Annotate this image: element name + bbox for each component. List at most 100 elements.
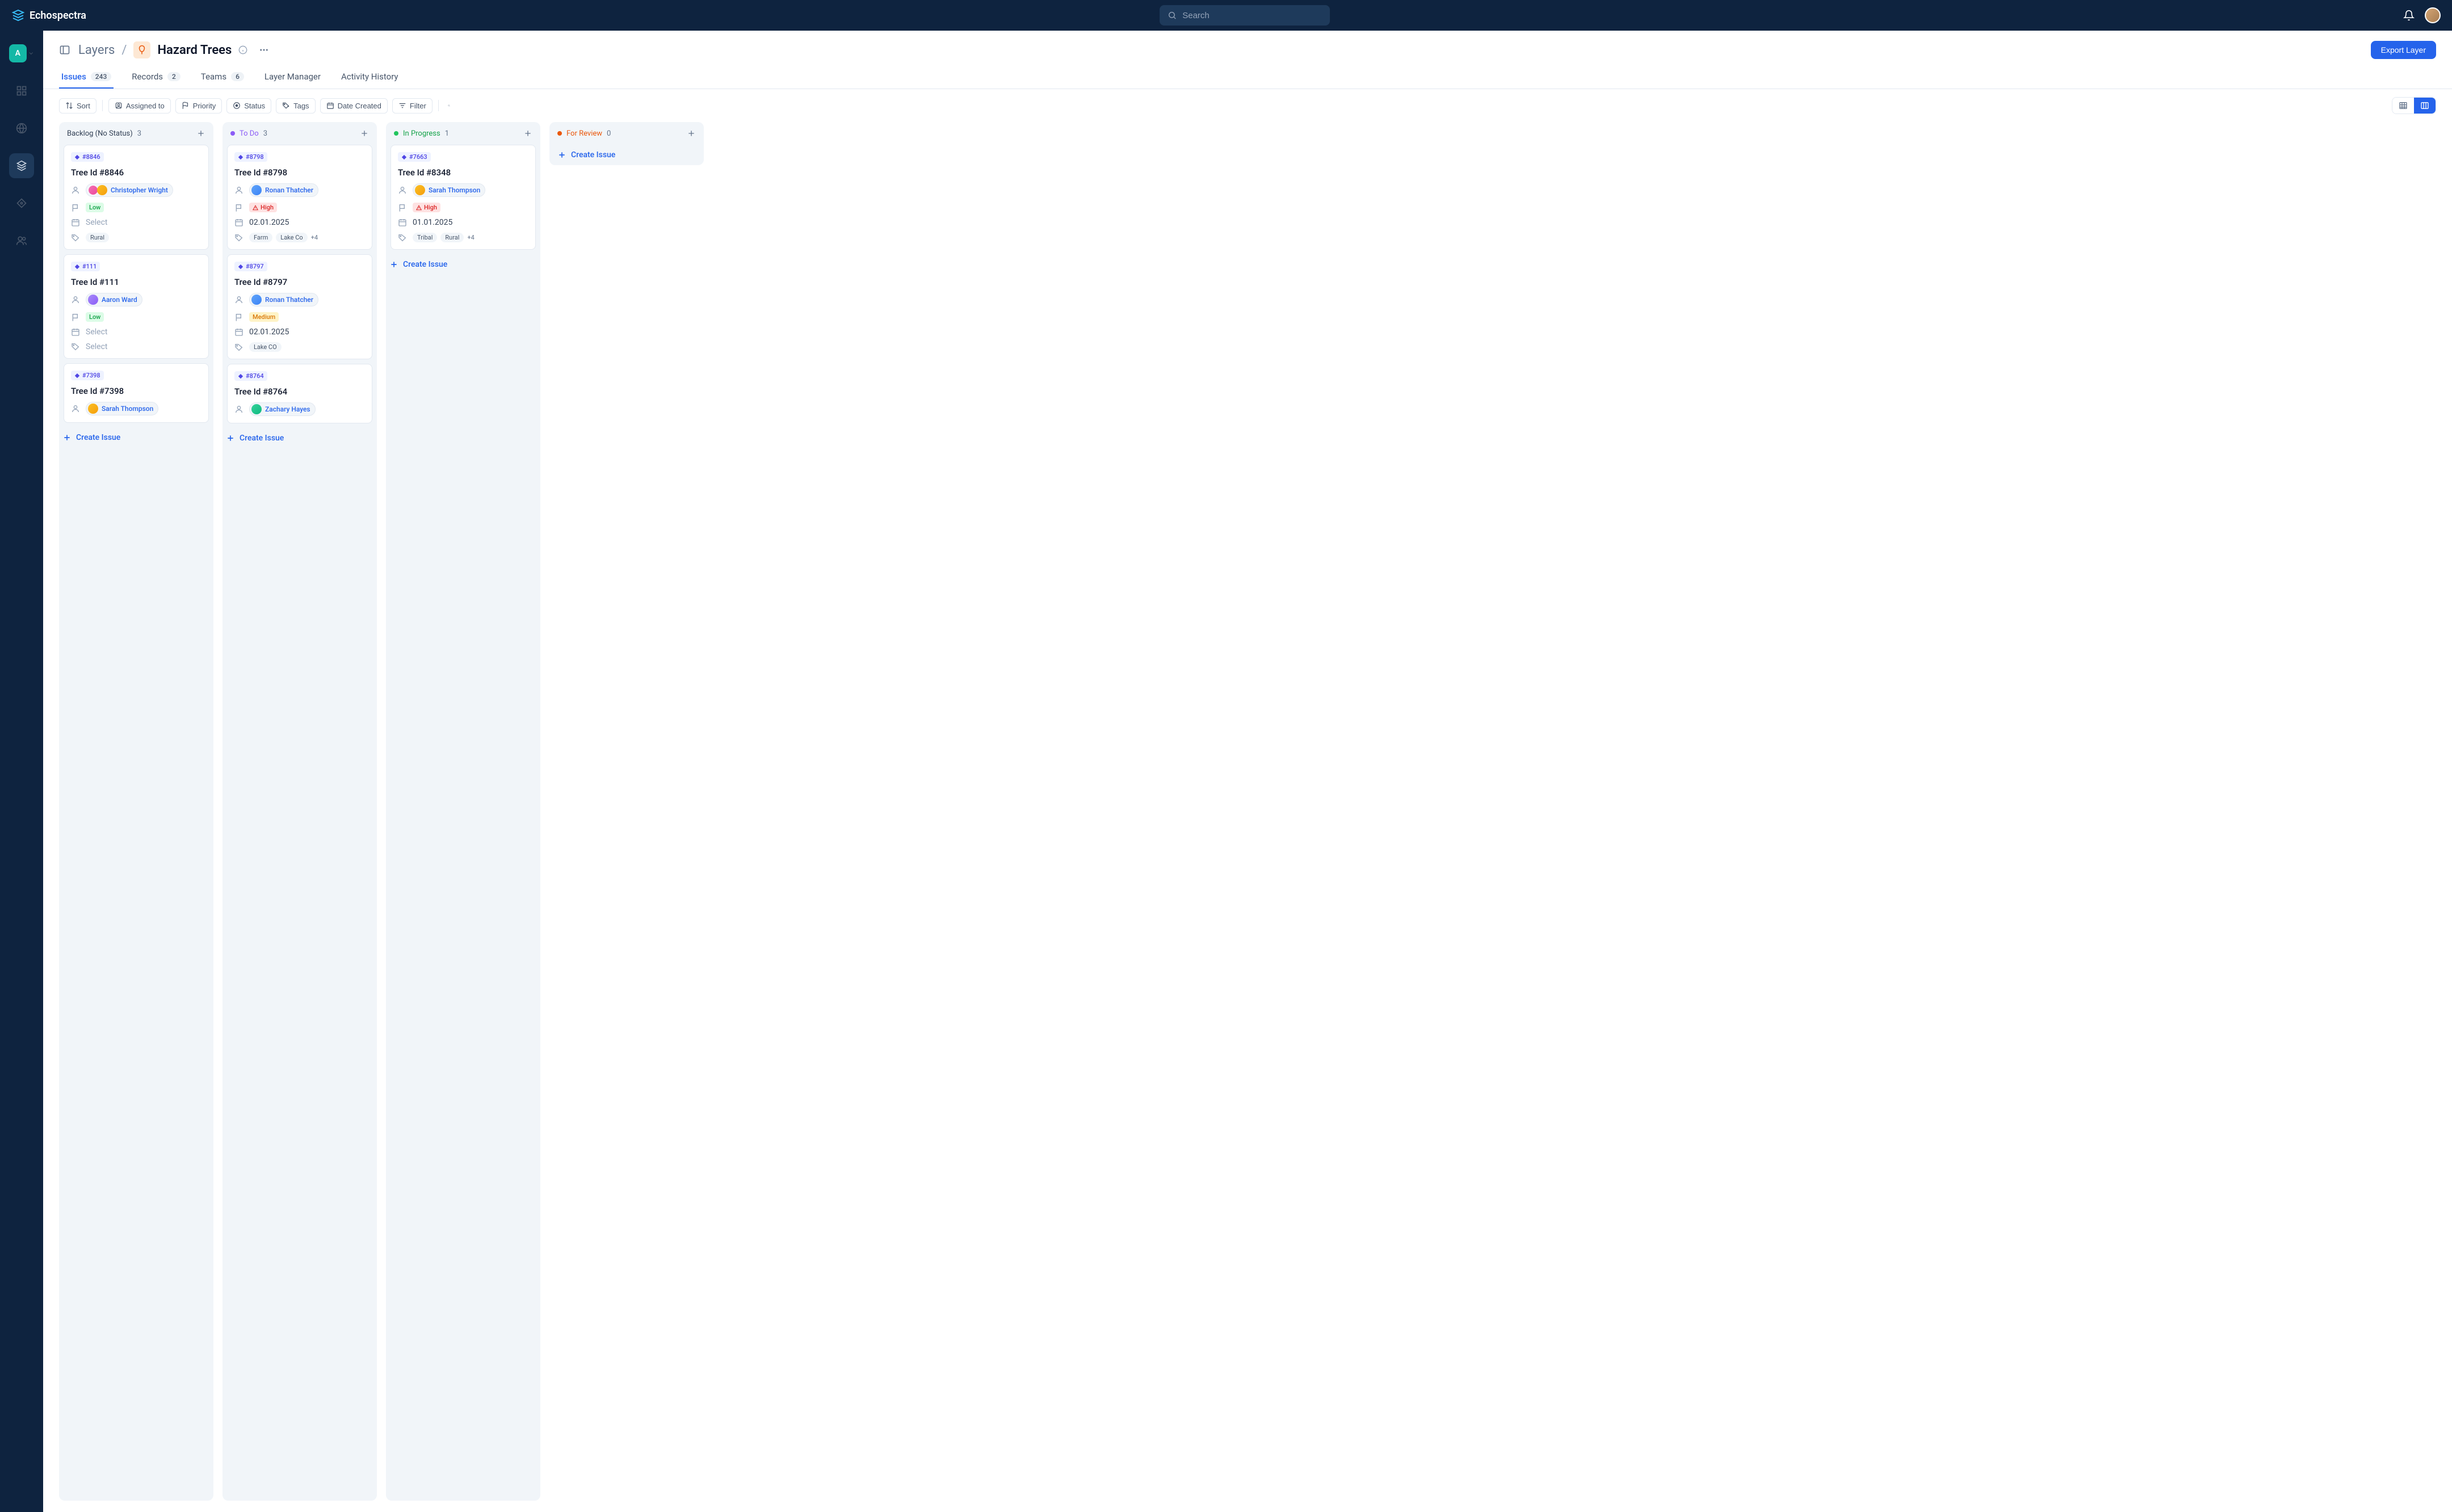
add-card-icon[interactable] bbox=[360, 129, 369, 138]
assignee-chip[interactable]: Sarah Thompson bbox=[413, 183, 485, 197]
tab-teams[interactable]: Teams6 bbox=[199, 66, 246, 89]
priority-badge: Low bbox=[86, 312, 104, 322]
date-placeholder: Select bbox=[86, 218, 107, 227]
calendar-outline-icon bbox=[234, 327, 243, 337]
filter-date-created[interactable]: Date Created bbox=[320, 98, 388, 114]
tree-icon bbox=[137, 45, 147, 55]
calendar-outline-icon bbox=[71, 218, 80, 227]
tag-chip[interactable]: Tribal bbox=[413, 233, 437, 242]
person-outline-icon bbox=[71, 295, 80, 304]
info-icon[interactable] bbox=[238, 45, 247, 54]
issue-title: Tree Id #8798 bbox=[234, 167, 365, 178]
create-issue-button[interactable]: Create Issue bbox=[386, 254, 540, 275]
more-icon[interactable] bbox=[259, 45, 269, 55]
nav-people[interactable] bbox=[9, 228, 34, 253]
issue-card[interactable]: #8797 Tree Id #8797 Ronan Thatcher bbox=[227, 254, 372, 359]
issue-id-badge: #8797 bbox=[234, 262, 267, 271]
column-title: For Review bbox=[566, 129, 602, 138]
column-title: Backlog (No Status) bbox=[67, 129, 133, 138]
user-avatar[interactable] bbox=[2425, 7, 2441, 23]
search-box[interactable] bbox=[1160, 5, 1330, 26]
assignee-chip[interactable]: Sarah Thompson bbox=[86, 402, 158, 415]
nav-diamond[interactable] bbox=[9, 191, 34, 216]
search-input[interactable] bbox=[1182, 11, 1322, 20]
create-issue-button[interactable]: Create Issue bbox=[549, 145, 704, 165]
nav-dashboard[interactable] bbox=[9, 78, 34, 103]
tab-layer-manager[interactable]: Layer Manager bbox=[262, 66, 323, 89]
column-count: 0 bbox=[607, 129, 611, 138]
workspace-switcher[interactable]: A bbox=[9, 41, 34, 66]
assignee-chip[interactable]: Ronan Thatcher bbox=[249, 183, 318, 197]
sort-button[interactable]: Sort bbox=[59, 98, 96, 114]
issue-card[interactable]: #8846 Tree Id #8846 Christopher Wright bbox=[64, 145, 209, 250]
view-toggle bbox=[2392, 97, 2436, 114]
filter-button[interactable]: Filter bbox=[392, 98, 433, 114]
issue-card[interactable]: #8798 Tree Id #8798 Ronan Thatcher bbox=[227, 145, 372, 250]
create-issue-button[interactable]: Create Issue bbox=[59, 427, 213, 448]
column-count: 1 bbox=[445, 129, 449, 138]
avatar bbox=[251, 295, 262, 305]
tag-more[interactable]: +4 bbox=[311, 234, 318, 241]
nav-globe[interactable] bbox=[9, 116, 34, 141]
notifications-icon[interactable] bbox=[2403, 10, 2415, 21]
layer-icon bbox=[133, 41, 150, 58]
breadcrumb-separator: / bbox=[121, 43, 127, 57]
view-board-button[interactable] bbox=[2414, 98, 2436, 114]
date-row[interactable]: Select bbox=[71, 218, 201, 227]
tag-chip[interactable]: Rural bbox=[440, 233, 464, 242]
filter-priority[interactable]: Priority bbox=[175, 98, 222, 114]
column-header: To Do 3 bbox=[222, 122, 377, 145]
issue-card[interactable]: #7398 Tree Id #7398 Sarah Thompson bbox=[64, 363, 209, 423]
workspace-badge: A bbox=[9, 44, 27, 62]
priority-badge: High bbox=[413, 203, 440, 212]
tag-chip[interactable]: Lake Co bbox=[276, 233, 307, 242]
assignee-chip[interactable]: Christopher Wright bbox=[86, 183, 173, 197]
tab-issues[interactable]: Issues243 bbox=[59, 66, 114, 89]
add-card-icon[interactable] bbox=[196, 129, 205, 138]
tag-chip[interactable]: Rural bbox=[86, 233, 109, 242]
tag-chip[interactable]: Farm bbox=[249, 233, 272, 242]
priority-row: Medium bbox=[234, 312, 365, 322]
column-todo: To Do 3 #8798 Tree Id #8798 bbox=[222, 122, 377, 1501]
add-card-icon[interactable] bbox=[687, 129, 696, 138]
brand[interactable]: Echospectra bbox=[11, 9, 86, 22]
tab-records[interactable]: Records2 bbox=[129, 66, 183, 89]
column-count: 3 bbox=[137, 129, 141, 138]
calendar-outline-icon bbox=[71, 327, 80, 337]
issue-card[interactable]: #111 Tree Id #111 Aaron Ward bbox=[64, 254, 209, 359]
add-card-icon[interactable] bbox=[523, 129, 532, 138]
tags-row[interactable]: Select bbox=[71, 342, 201, 351]
issue-title: Tree Id #7398 bbox=[71, 386, 201, 396]
filter-search-icon[interactable] bbox=[444, 101, 454, 110]
person-outline-icon bbox=[398, 186, 407, 195]
tag-outline-icon bbox=[71, 342, 80, 351]
filter-tags[interactable]: Tags bbox=[276, 98, 315, 114]
column-header: In Progress 1 bbox=[386, 122, 540, 145]
issue-card[interactable]: #8764 Tree Id #8764 Zachary Hayes bbox=[227, 364, 372, 423]
filter-status[interactable]: Status bbox=[226, 98, 271, 114]
issue-card[interactable]: #7663 Tree Id #8348 Sarah Thompson bbox=[391, 145, 536, 250]
layers-icon bbox=[16, 160, 27, 171]
export-layer-button[interactable]: Export Layer bbox=[2371, 41, 2436, 59]
nav-layers[interactable] bbox=[9, 153, 34, 178]
date-value: 01.01.2025 bbox=[413, 218, 452, 227]
assignee-chip[interactable]: Aaron Ward bbox=[86, 293, 142, 306]
tab-activity-history[interactable]: Activity History bbox=[339, 66, 401, 89]
breadcrumb-root[interactable]: Layers bbox=[78, 43, 115, 57]
tag-more[interactable]: +4 bbox=[467, 234, 474, 241]
date-row[interactable]: Select bbox=[71, 327, 201, 337]
view-table-button[interactable] bbox=[2392, 98, 2414, 114]
issue-title: Tree Id #111 bbox=[71, 277, 201, 287]
assignee-chip[interactable]: Zachary Hayes bbox=[249, 402, 316, 416]
assignee-chip[interactable]: Ronan Thatcher bbox=[249, 293, 318, 306]
tag-chip[interactable]: Lake CO bbox=[249, 342, 282, 352]
diamond-small-icon bbox=[74, 154, 80, 160]
filter-assigned-to[interactable]: Assigned to bbox=[108, 98, 171, 114]
date-value: 02.01.2025 bbox=[249, 327, 289, 337]
flag-outline-icon bbox=[234, 313, 243, 322]
tag-outline-icon bbox=[71, 233, 80, 242]
warning-icon bbox=[416, 205, 422, 211]
create-issue-button[interactable]: Create Issue bbox=[222, 428, 377, 448]
flag-outline-icon bbox=[234, 203, 243, 212]
panel-toggle-icon[interactable] bbox=[59, 44, 70, 56]
